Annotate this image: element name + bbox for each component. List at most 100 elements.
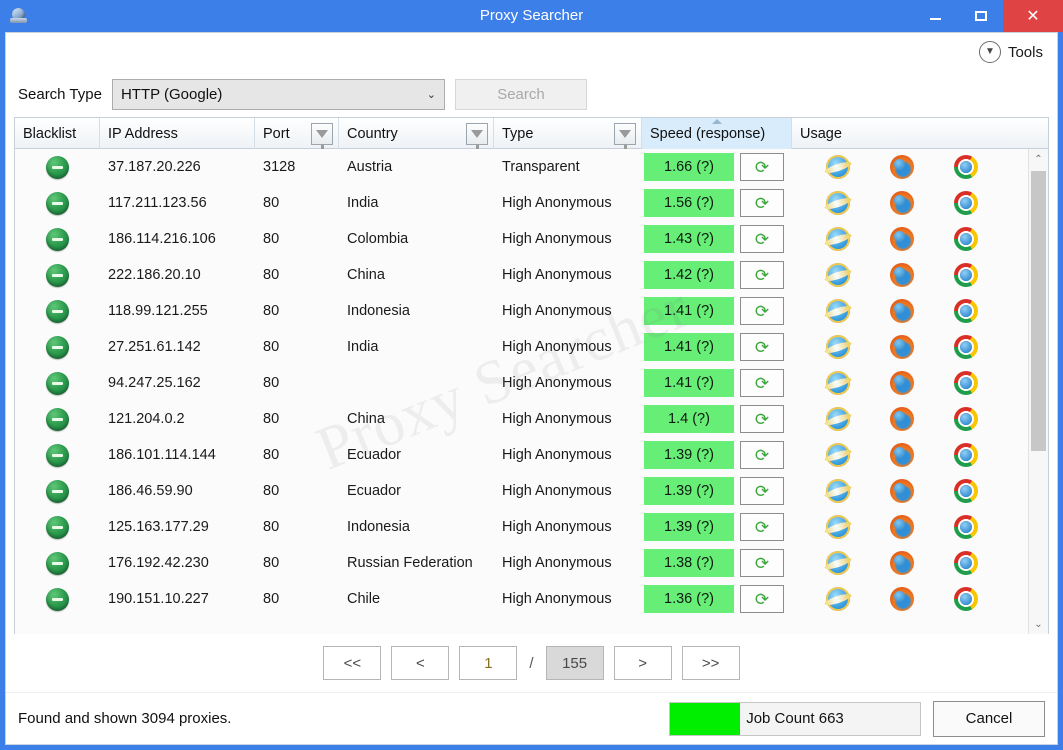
chrome-icon[interactable]	[954, 227, 978, 251]
refresh-button[interactable]: ⟳	[740, 225, 784, 253]
blacklist-cell[interactable]	[15, 509, 100, 545]
green-minus-icon[interactable]	[46, 263, 69, 287]
table-row[interactable]: 125.163.177.29 80 Indonesia High Anonymous 1…	[15, 509, 1028, 545]
blacklist-cell[interactable]	[15, 545, 100, 581]
minimize-button[interactable]	[913, 0, 958, 32]
table-row[interactable]: 118.99.121.255 80 Indonesia High Anonymous 1…	[15, 293, 1028, 329]
table-row[interactable]: 190.151.10.227 80 Chile High Anonymous 1.36 …	[15, 581, 1028, 617]
refresh-button[interactable]: ⟳	[740, 405, 784, 433]
internet-explorer-icon[interactable]	[826, 587, 850, 611]
current-page-input[interactable]: 1	[459, 646, 518, 680]
column-header-usage[interactable]: Usage	[792, 118, 1048, 149]
chrome-icon[interactable]	[954, 335, 978, 359]
internet-explorer-icon[interactable]	[826, 263, 850, 287]
table-row[interactable]: 186.46.59.90 80 Ecuador High Anonymous 1.39 …	[15, 473, 1028, 509]
blacklist-cell[interactable]	[15, 221, 100, 257]
chrome-icon[interactable]	[954, 515, 978, 539]
internet-explorer-icon[interactable]	[826, 155, 850, 179]
green-minus-icon[interactable]	[46, 587, 69, 611]
chrome-icon[interactable]	[954, 263, 978, 287]
firefox-icon[interactable]	[890, 407, 914, 431]
refresh-button[interactable]: ⟳	[740, 477, 784, 505]
refresh-button[interactable]: ⟳	[740, 549, 784, 577]
refresh-button[interactable]: ⟳	[740, 333, 784, 361]
column-header-blacklist[interactable]: Blacklist	[15, 118, 100, 149]
next-page-button[interactable]: >	[613, 646, 672, 680]
close-button[interactable]: ✕	[1003, 0, 1063, 32]
filter-button-type[interactable]	[614, 122, 636, 149]
green-minus-icon[interactable]	[46, 299, 69, 323]
internet-explorer-icon[interactable]	[826, 515, 850, 539]
refresh-button[interactable]: ⟳	[740, 297, 784, 325]
firefox-icon[interactable]	[890, 551, 914, 575]
green-minus-icon[interactable]	[46, 335, 69, 359]
chrome-icon[interactable]	[954, 155, 978, 179]
table-row[interactable]: 37.187.20.226 3128 Austria Transparent 1.66 …	[15, 149, 1028, 185]
scroll-up-button[interactable]: ⌃	[1029, 149, 1048, 169]
firefox-icon[interactable]	[890, 587, 914, 611]
table-row[interactable]: 27.251.61.142 80 India High Anonymous 1.41 (…	[15, 329, 1028, 365]
maximize-button[interactable]	[958, 0, 1003, 32]
blacklist-cell[interactable]	[15, 257, 100, 293]
internet-explorer-icon[interactable]	[826, 407, 850, 431]
firefox-icon[interactable]	[890, 479, 914, 503]
column-header-ip[interactable]: IP Address	[100, 118, 255, 149]
chrome-icon[interactable]	[954, 479, 978, 503]
internet-explorer-icon[interactable]	[826, 551, 850, 575]
green-minus-icon[interactable]	[46, 515, 69, 539]
internet-explorer-icon[interactable]	[826, 479, 850, 503]
blacklist-cell[interactable]	[15, 149, 100, 185]
column-header-country[interactable]: Country	[339, 118, 494, 149]
green-minus-icon[interactable]	[46, 479, 69, 503]
table-row[interactable]: 186.114.216.106 80 Colombia High Anonymous 1…	[15, 221, 1028, 257]
vertical-scrollbar[interactable]: ⌃ ⌄	[1028, 149, 1048, 634]
chrome-icon[interactable]	[954, 371, 978, 395]
green-minus-icon[interactable]	[46, 407, 69, 431]
column-header-speed[interactable]: Speed (response)	[642, 118, 792, 149]
refresh-button[interactable]: ⟳	[740, 189, 784, 217]
chrome-icon[interactable]	[954, 191, 978, 215]
search-type-select[interactable]: HTTP (Google) ⌄	[111, 78, 445, 110]
chrome-icon[interactable]	[954, 299, 978, 323]
green-minus-icon[interactable]	[46, 551, 69, 575]
filter-button-port[interactable]	[311, 122, 333, 149]
column-header-type[interactable]: Type	[494, 118, 642, 149]
scroll-down-button[interactable]: ⌄	[1029, 614, 1048, 634]
blacklist-cell[interactable]	[15, 185, 100, 221]
cancel-button[interactable]: Cancel	[933, 700, 1045, 737]
table-row[interactable]: 94.247.25.162 80 High Anonymous 1.41 (?) ⟳	[15, 365, 1028, 401]
blacklist-cell[interactable]	[15, 473, 100, 509]
internet-explorer-icon[interactable]	[826, 299, 850, 323]
table-row[interactable]: 222.186.20.10 80 China High Anonymous 1.42 (…	[15, 257, 1028, 293]
chrome-icon[interactable]	[954, 407, 978, 431]
internet-explorer-icon[interactable]	[826, 335, 850, 359]
blacklist-cell[interactable]	[15, 401, 100, 437]
green-minus-icon[interactable]	[46, 191, 69, 215]
filter-button-country[interactable]	[466, 122, 488, 149]
firefox-icon[interactable]	[890, 443, 914, 467]
search-button[interactable]: Search	[454, 78, 587, 110]
internet-explorer-icon[interactable]	[826, 443, 850, 467]
scrollbar-track[interactable]	[1029, 169, 1048, 614]
refresh-button[interactable]: ⟳	[740, 585, 784, 613]
table-row[interactable]: 117.211.123.56 80 India High Anonymous 1.56 …	[15, 185, 1028, 221]
column-header-port[interactable]: Port	[255, 118, 339, 149]
refresh-button[interactable]: ⟳	[740, 261, 784, 289]
internet-explorer-icon[interactable]	[826, 371, 850, 395]
table-row[interactable]: 186.101.114.144 80 Ecuador High Anonymous 1.…	[15, 437, 1028, 473]
blacklist-cell[interactable]	[15, 581, 100, 617]
chrome-icon[interactable]	[954, 587, 978, 611]
refresh-button[interactable]: ⟳	[740, 153, 784, 181]
chrome-icon[interactable]	[954, 551, 978, 575]
first-page-button[interactable]: <<	[323, 646, 382, 680]
prev-page-button[interactable]: <	[391, 646, 450, 680]
refresh-button[interactable]: ⟳	[740, 513, 784, 541]
firefox-icon[interactable]	[890, 155, 914, 179]
firefox-icon[interactable]	[890, 227, 914, 251]
green-minus-icon[interactable]	[46, 227, 69, 251]
refresh-button[interactable]: ⟳	[740, 369, 784, 397]
blacklist-cell[interactable]	[15, 437, 100, 473]
blacklist-cell[interactable]	[15, 293, 100, 329]
green-minus-icon[interactable]	[46, 155, 69, 179]
refresh-button[interactable]: ⟳	[740, 441, 784, 469]
